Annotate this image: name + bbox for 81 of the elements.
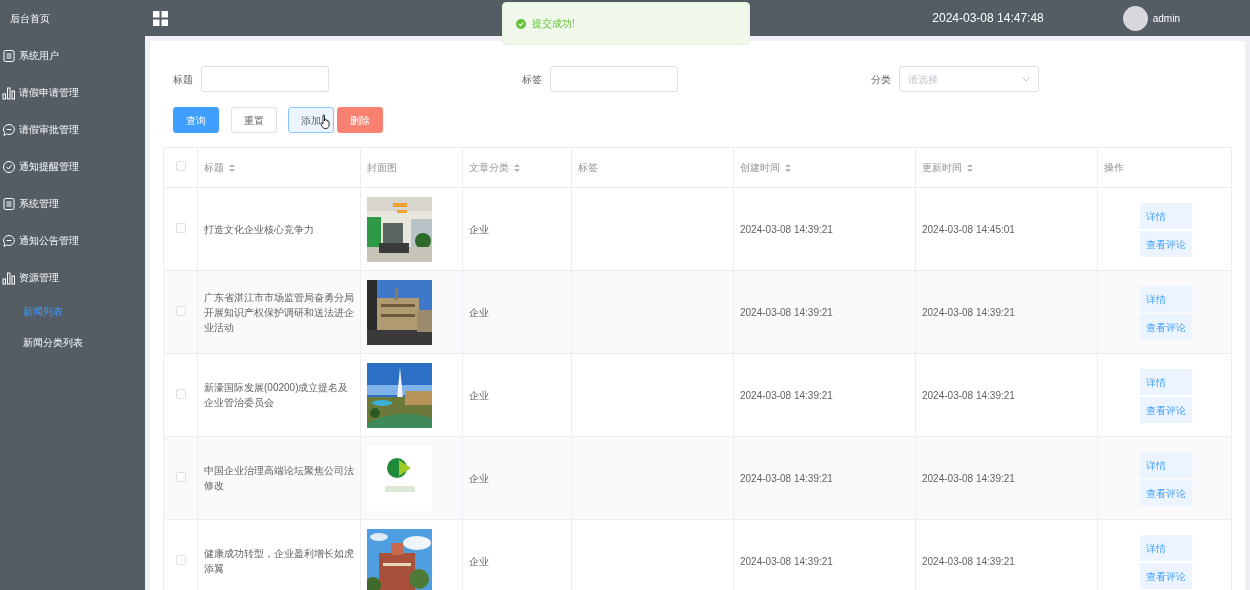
avatar-icon[interactable] — [1122, 5, 1148, 31]
header-datetime: 2024-03-08 14:47:48 — [932, 10, 1044, 27]
comments-button[interactable]: 查看评论 — [1140, 480, 1192, 506]
action-button[interactable]: 重置 — [231, 107, 277, 133]
document-icon — [2, 196, 16, 211]
column-header[interactable]: 文章分类 — [469, 162, 520, 173]
submenu-item[interactable]: 新闻分类列表 — [0, 327, 145, 358]
comments-button[interactable]: 查看评论 — [1140, 231, 1192, 257]
chevron-down-icon — [1022, 76, 1030, 82]
sidebar-item[interactable]: 通知公告管理 — [0, 222, 145, 259]
row-checkbox[interactable] — [175, 471, 186, 482]
comments-button[interactable]: 查看评论 — [1140, 563, 1192, 589]
date-cell: 2024-03-08 14:39:21 — [740, 472, 833, 484]
sort-icon — [785, 164, 791, 173]
input-field[interactable] — [201, 66, 329, 92]
row-checkbox[interactable] — [175, 305, 186, 316]
title-cell: 健康成功转型，企业盈利增长如虎添翼 — [204, 548, 354, 574]
column-header: 封面图 — [367, 162, 397, 173]
check-circle-icon — [2, 159, 16, 174]
sidebar-item[interactable]: 后台首页 — [0, 0, 145, 37]
input-field[interactable] — [550, 66, 678, 92]
column-header: 操作 — [1104, 162, 1124, 173]
sidebar-item[interactable]: 系统管理 — [0, 185, 145, 222]
action-button[interactable]: 删除 — [337, 107, 383, 133]
sidebar-item[interactable]: 请假申请管理 — [0, 74, 145, 111]
filter-label: 标签 — [522, 72, 542, 87]
category-cell: 企业 — [469, 223, 489, 235]
comments-button[interactable]: 查看评论 — [1140, 314, 1192, 340]
column-header[interactable]: 创建时间 — [740, 162, 791, 173]
sidebar-item[interactable]: 系统用户 — [0, 37, 145, 74]
document-icon — [2, 48, 16, 63]
category-cell: 企业 — [469, 306, 489, 318]
date-cell: 2024-03-08 14:39:21 — [740, 389, 833, 401]
category-cell: 企业 — [469, 472, 489, 484]
date-cell: 2024-03-08 14:39:21 — [740, 223, 833, 235]
hand-cursor-icon — [320, 114, 331, 129]
date-cell: 2024-03-08 14:39:21 — [922, 555, 1015, 567]
sort-icon — [229, 164, 235, 173]
details-button[interactable]: 详情 — [1140, 369, 1192, 395]
column-header: 标签 — [578, 162, 598, 173]
chat-icon — [2, 233, 16, 248]
comments-button[interactable]: 查看评论 — [1140, 397, 1192, 423]
date-cell: 2024-03-08 14:39:21 — [740, 555, 833, 567]
row-checkbox[interactable] — [175, 222, 186, 233]
filter-label: 标题 — [173, 72, 193, 87]
submenu-item[interactable]: 新闻列表 — [0, 296, 145, 327]
date-cell: 2024-03-08 14:39:21 — [922, 472, 1015, 484]
sidebar-item[interactable]: 资源管理 — [0, 259, 145, 296]
sidebar-item[interactable]: 请假审批管理 — [0, 111, 145, 148]
details-button[interactable]: 详情 — [1140, 203, 1192, 229]
title-cell: 广东省湛江市市场监管局奋勇分局开展知识产权保护调研和送法进企业活动 — [204, 291, 354, 333]
bar-chart-icon — [2, 85, 16, 100]
date-cell: 2024-03-08 14:45:01 — [922, 223, 1015, 235]
action-button[interactable]: 添加 — [288, 107, 334, 133]
grid-menu-icon[interactable] — [153, 10, 168, 26]
sort-icon — [514, 164, 520, 173]
select-all-checkbox[interactable] — [175, 161, 186, 171]
date-cell: 2024-03-08 14:39:21 — [922, 306, 1015, 318]
date-cell: 2024-03-08 14:39:21 — [922, 389, 1015, 401]
title-cell: 新濠国际发展(00200)成立提名及企业管治委员会 — [204, 382, 349, 408]
row-checkbox[interactable] — [175, 388, 186, 399]
title-cell: 打造文化企业核心竞争力 — [204, 223, 314, 235]
category-cell: 企业 — [469, 555, 489, 567]
title-cell: 中国企业治理高端论坛聚焦公司法修改 — [204, 465, 354, 491]
date-cell: 2024-03-08 14:39:21 — [740, 306, 833, 318]
details-button[interactable]: 详情 — [1140, 452, 1192, 478]
details-button[interactable]: 详情 — [1140, 286, 1192, 312]
category-cell: 企业 — [469, 389, 489, 401]
bar-chart-icon — [2, 270, 16, 285]
row-checkbox[interactable] — [175, 554, 186, 565]
success-icon — [516, 18, 526, 29]
action-button[interactable]: 查询 — [173, 107, 219, 133]
filter-label: 分类 — [871, 72, 891, 87]
toast-message: 提交成功! — [532, 17, 575, 31]
user-name[interactable]: admin — [1152, 10, 1180, 26]
details-button[interactable]: 详情 — [1140, 535, 1192, 561]
column-header[interactable]: 标题 — [204, 162, 235, 173]
chat-icon — [2, 122, 16, 137]
column-header[interactable]: 更新时间 — [922, 162, 973, 173]
sidebar-item[interactable]: 通知提醒管理 — [0, 148, 145, 185]
sort-icon — [967, 164, 973, 173]
